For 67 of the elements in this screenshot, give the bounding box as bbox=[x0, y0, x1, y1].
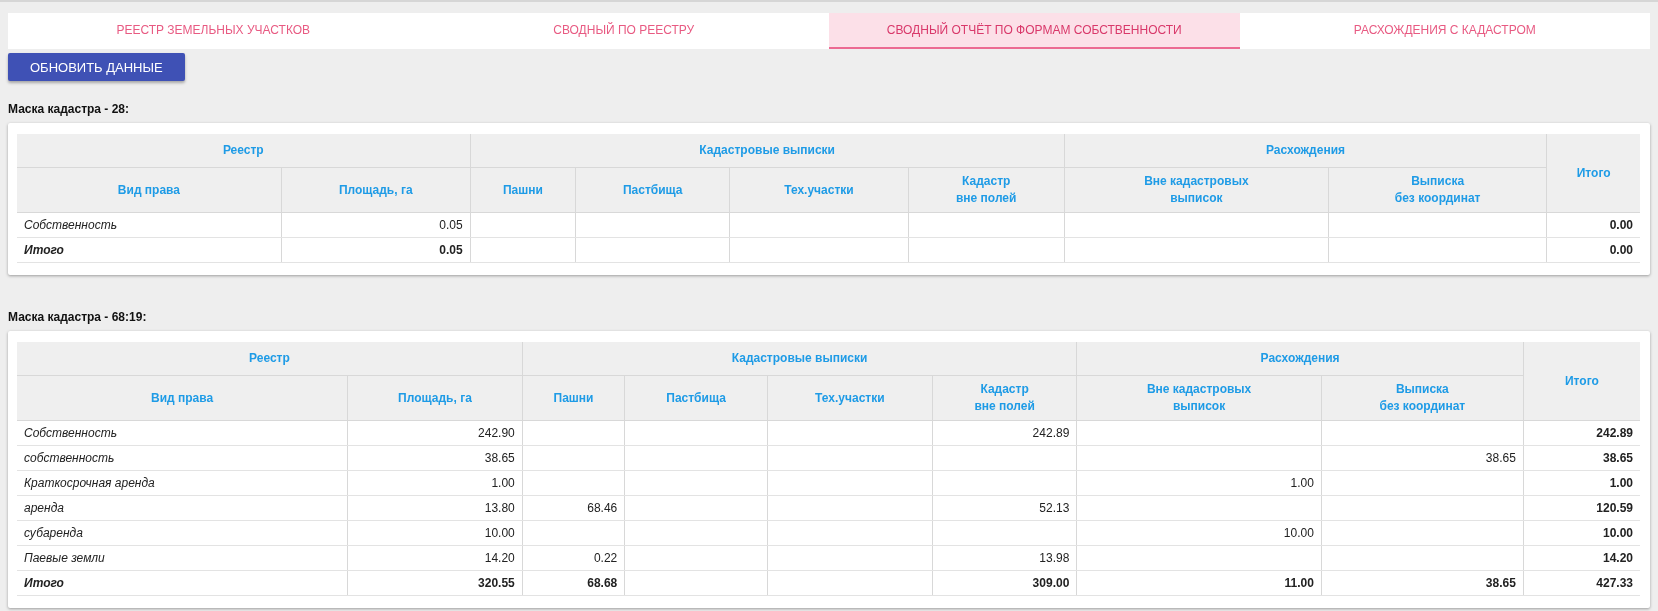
table-cell: Паевые земли bbox=[17, 545, 348, 571]
column-header: Вне кадастровых выписок bbox=[1064, 167, 1329, 213]
column-header: Площадь, га bbox=[347, 375, 523, 421]
column-header: Пашни bbox=[522, 375, 625, 421]
table-cell: Собственность bbox=[17, 420, 348, 446]
column-header: Площадь, га bbox=[281, 167, 471, 213]
table-cell: 427.33 bbox=[1523, 570, 1640, 596]
column-header: Пастбища bbox=[624, 375, 768, 421]
section-title: Маска кадастра - 68:19: bbox=[8, 310, 148, 324]
column-group-header: Реестр bbox=[17, 134, 471, 168]
table-cell: 10.00 bbox=[347, 520, 523, 546]
column-header: Тех.участки bbox=[767, 375, 933, 421]
table-cell: 0.22 bbox=[522, 545, 625, 571]
table-cell: 0.00 bbox=[1546, 212, 1640, 238]
table-cell: 1.00 bbox=[1523, 470, 1640, 496]
table-cell: 242.89 bbox=[1523, 420, 1640, 446]
table-cell: Итого bbox=[17, 570, 348, 596]
table-cell: 10.00 bbox=[1076, 520, 1322, 546]
column-header: Выписка без координат bbox=[1328, 167, 1547, 213]
table-cell: 14.20 bbox=[1523, 545, 1640, 571]
table-cell: 14.20 bbox=[347, 545, 523, 571]
table-cell: 242.90 bbox=[347, 420, 523, 446]
table-cell: 38.65 bbox=[1321, 445, 1524, 471]
column-header: Итого bbox=[1523, 342, 1640, 421]
table-cell: 10.00 bbox=[1523, 520, 1640, 546]
column-group-header: Кадастровые выписки bbox=[470, 134, 1065, 168]
column-header: Выписка без координат bbox=[1321, 375, 1524, 421]
refresh-button[interactable]: ОБНОВИТЬ ДАННЫЕ bbox=[8, 53, 185, 81]
table-cell: 13.80 bbox=[347, 495, 523, 521]
table-cell: 0.00 bbox=[1546, 237, 1640, 263]
table-cell: 242.89 bbox=[932, 420, 1077, 446]
column-header: Вид права bbox=[17, 167, 282, 213]
table-cell: Собственность bbox=[17, 212, 282, 238]
column-header: Кадастр вне полей bbox=[932, 375, 1077, 421]
table-cell: субаренда bbox=[17, 520, 348, 546]
table-cell: 1.00 bbox=[1076, 470, 1322, 496]
table-cell: Итого bbox=[17, 237, 282, 263]
table-cell: 320.55 bbox=[347, 570, 523, 596]
table-cell: Краткосрочная аренда bbox=[17, 470, 348, 496]
column-header: Вне кадастровых выписок bbox=[1076, 375, 1322, 421]
column-header: Пашни bbox=[470, 167, 576, 213]
table-cell: 38.65 bbox=[347, 445, 523, 471]
column-header: Кадастр вне полей bbox=[908, 167, 1065, 213]
table-cell: 13.98 bbox=[932, 545, 1077, 571]
table-cell: 52.13 bbox=[932, 495, 1077, 521]
table-cell: 309.00 bbox=[932, 570, 1077, 596]
table-cell: 0.05 bbox=[281, 212, 471, 238]
column-group-header: Кадастровые выписки bbox=[522, 342, 1077, 376]
column-header: Вид права bbox=[17, 375, 348, 421]
column-header: Итого bbox=[1546, 134, 1640, 213]
table-cell: 68.46 bbox=[522, 495, 625, 521]
column-group-header: Расхождения bbox=[1076, 342, 1524, 376]
table-cell: 0.05 bbox=[281, 237, 471, 263]
table-cell: 68.68 bbox=[522, 570, 625, 596]
table-cell: 1.00 bbox=[347, 470, 523, 496]
table-cell: 38.65 bbox=[1321, 570, 1524, 596]
table-cell: 120.59 bbox=[1523, 495, 1640, 521]
column-header: Пастбища bbox=[575, 167, 730, 213]
column-header: Тех.участки bbox=[729, 167, 909, 213]
table-cell: аренда bbox=[17, 495, 348, 521]
column-group-header: Расхождения bbox=[1064, 134, 1547, 168]
section-title: Маска кадастра - 28: bbox=[8, 102, 131, 116]
table-cell: собственность bbox=[17, 445, 348, 471]
tab[interactable]: СВОДНЫЙ ОТЧЁТ ПО ФОРМАМ СОБСТВЕННОСТИ bbox=[829, 13, 1240, 49]
table-cell: 11.00 bbox=[1076, 570, 1322, 596]
table-cell: 38.65 bbox=[1523, 445, 1640, 471]
column-group-header: Реестр bbox=[17, 342, 523, 376]
